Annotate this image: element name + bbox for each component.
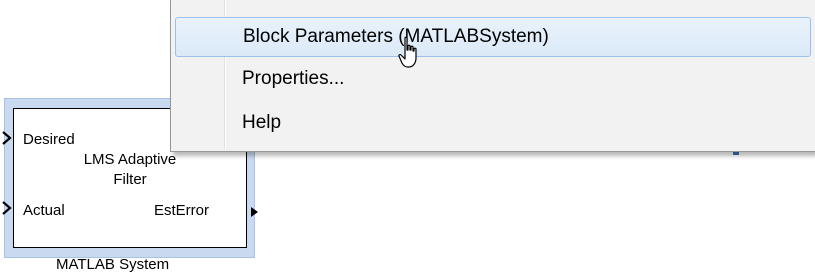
menu-item-label: Properties... [242, 68, 345, 89]
output-port-esterror-icon[interactable] [249, 204, 261, 220]
input-port-actual-icon[interactable] [0, 200, 12, 216]
mouse-pointer-icon [398, 36, 417, 68]
block-title-line-2: Filter [113, 171, 147, 188]
input-port-label-desired: Desired [23, 131, 75, 148]
input-port-label-actual: Actual [23, 202, 65, 219]
context-menu: Block Parameters (MATLABSystem) Properti… [170, 0, 815, 152]
menu-item-help[interactable]: Help [175, 104, 811, 144]
menu-item-label: Help [242, 112, 282, 133]
block-title: LMS Adaptive Filter [55, 150, 205, 190]
menu-item-block-parameters[interactable]: Block Parameters (MATLABSystem) [175, 17, 811, 57]
input-port-desired-icon[interactable] [0, 130, 12, 146]
block-title-line-1: LMS Adaptive [83, 151, 177, 168]
output-port-label-esterror: EstError [154, 202, 210, 219]
menu-item-properties[interactable]: Properties... [175, 60, 811, 100]
block-name-caption[interactable]: MATLAB System [56, 256, 169, 273]
menu-item-label: Block Parameters (MATLABSystem) [243, 26, 549, 47]
